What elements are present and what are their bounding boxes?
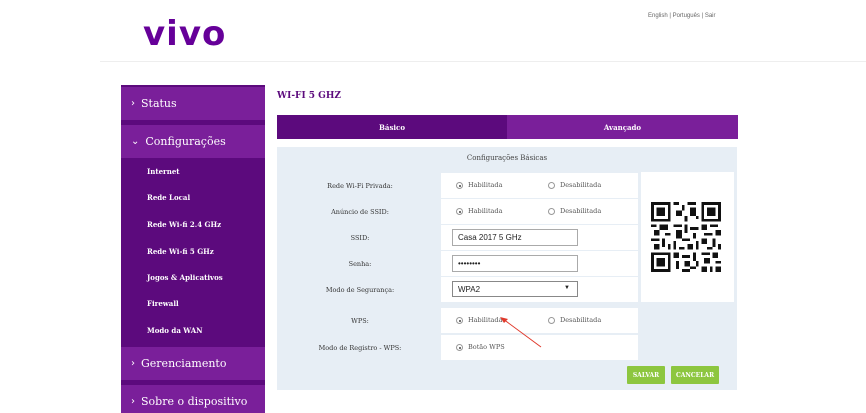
settings-panel: Configurações Básicas Rede Wi-Fi Privada… [277, 147, 737, 390]
row-anuncio-ssid: Anúncio de SSID: Habilitada Desabilitada [280, 199, 640, 225]
sidebar-item-rede-wifi-24[interactable]: Rede Wi-fi 2.4 GHz [147, 220, 221, 229]
panel-title: Configurações Básicas [466, 154, 548, 162]
sidebar-item-internet[interactable]: Internet [147, 167, 180, 176]
radio-desabilitada[interactable] [548, 182, 555, 189]
radio-label: Habilitada [468, 207, 503, 215]
field-value: Habilitada Desabilitada [441, 173, 638, 198]
field-value: Habilitada Desabilitada [441, 199, 638, 224]
qr-code-box [641, 172, 734, 302]
sidebar-item-modo-wan[interactable]: Modo da WAN [147, 326, 203, 335]
password-input[interactable]: •••••••• [452, 255, 578, 272]
radio-desabilitada[interactable] [548, 208, 555, 215]
chevron-right-icon: › [131, 98, 135, 109]
header-divider [100, 61, 866, 62]
sidebar-section-label: Configurações [145, 135, 226, 148]
sidebar-section-gerenciamento[interactable]: › Gerenciamento [121, 347, 265, 380]
annotation-arrow [500, 317, 542, 348]
sidebar-item-jogos-aplicativos[interactable]: Jogos & Aplicativos [147, 273, 223, 282]
sidebar-section-label: Sobre o dispositivo [141, 395, 248, 408]
chevron-right-icon: › [131, 396, 135, 407]
radio-label: Desabilitada [560, 316, 602, 324]
radio-habilitada[interactable] [456, 182, 463, 189]
sidebar-item-firewall[interactable]: Firewall [147, 299, 179, 308]
radio-label: Habilitada [468, 181, 503, 189]
select-value: WPA2 [458, 284, 481, 294]
row-senha: Senha: •••••••• [280, 251, 640, 277]
language-links[interactable]: English | Português | Sair [648, 13, 716, 19]
field-value: WPA2 ▼ [441, 277, 638, 302]
field-label: Anúncio de SSID: [280, 199, 440, 224]
dropdown-arrow-icon: ▼ [564, 285, 570, 291]
sidebar-section-configuracoes[interactable]: ⌄ Configurações [121, 125, 265, 158]
vivo-logo[interactable]: vivo [143, 14, 283, 62]
tab-basico[interactable]: Básico [277, 115, 507, 139]
row-ssid: SSID: Casa 2017 5 GHz [280, 225, 640, 251]
field-label: WPS: [280, 308, 440, 333]
tab-bar: Básico Avançado [277, 115, 738, 139]
field-value: •••••••• [441, 251, 638, 276]
qr-code-icon [651, 202, 721, 272]
row-wps: WPS: Habilitada Desabilitada [280, 308, 640, 334]
field-value: Casa 2017 5 GHz [441, 225, 638, 250]
field-label: Modo de Registro - WPS: [280, 335, 440, 360]
radio-label: Desabilitada [560, 207, 602, 215]
sidebar-section-label: Status [141, 97, 177, 110]
radio-habilitada[interactable] [456, 317, 463, 324]
security-mode-select[interactable]: WPA2 ▼ [452, 281, 578, 297]
sidebar-submenu: Internet Rede Local Rede Wi-fi 2.4 GHz R… [121, 158, 265, 347]
sidebar-section-sobre[interactable]: › Sobre o dispositivo [121, 385, 265, 413]
sidebar-item-rede-wifi-5[interactable]: Rede Wi-fi 5 GHz [147, 247, 214, 256]
sidebar-section-status[interactable]: › Status [121, 87, 265, 120]
chevron-down-icon: ⌄ [131, 136, 140, 147]
field-label: Senha: [280, 251, 440, 276]
field-label: Modo de Segurança: [280, 277, 440, 302]
sidebar: › Status ⌄ Configurações Internet Rede L… [121, 85, 265, 413]
radio-botao-wps[interactable] [456, 344, 463, 351]
sidebar-item-rede-local[interactable]: Rede Local [147, 193, 190, 202]
ssid-input[interactable]: Casa 2017 5 GHz [452, 229, 578, 246]
cancel-button[interactable]: CANCELAR [671, 366, 719, 384]
save-button[interactable]: SALVAR [627, 366, 665, 384]
page-title: WI-FI 5 GHZ [277, 91, 341, 101]
row-rede-privada: Rede Wi-Fi Privada: Habilitada Desabilit… [280, 173, 640, 199]
radio-desabilitada[interactable] [548, 317, 555, 324]
chevron-right-icon: › [131, 358, 135, 369]
row-registro-wps: Modo de Registro - WPS: Botão WPS [280, 335, 640, 361]
logo-text: vivo [143, 14, 227, 54]
radio-habilitada[interactable] [456, 208, 463, 215]
tab-avancado[interactable]: Avançado [507, 115, 738, 139]
sidebar-section-label: Gerenciamento [141, 357, 227, 370]
field-label: SSID: [280, 225, 440, 250]
radio-label: Desabilitada [560, 181, 602, 189]
field-label: Rede Wi-Fi Privada: [280, 173, 440, 198]
row-seguranca: Modo de Segurança: WPA2 ▼ [280, 277, 640, 303]
